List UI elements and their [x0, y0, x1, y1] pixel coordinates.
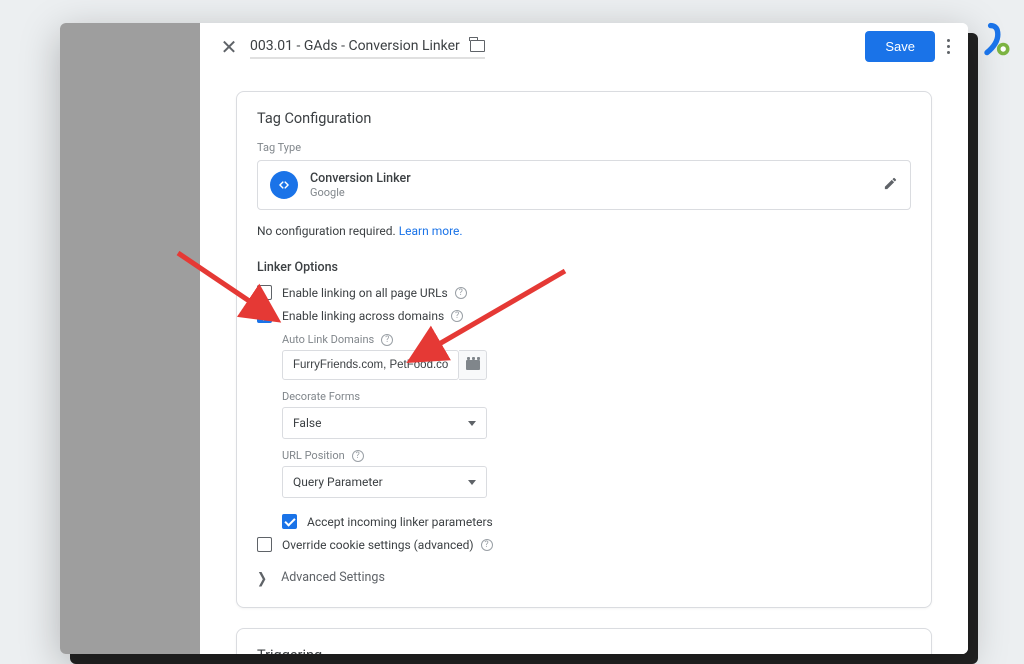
tag-config-title: Tag Configuration [257, 110, 911, 127]
sidebar-placeholder [60, 23, 200, 654]
app-window: ✕ 003.01 - GAds - Conversion Linker Save… [60, 23, 968, 654]
folder-icon[interactable] [470, 40, 485, 52]
enable-all-urls-row: Enable linking on all page URLs ? [257, 285, 911, 300]
override-cookie-checkbox[interactable] [257, 537, 272, 552]
more-menu-icon[interactable] [947, 39, 950, 54]
no-config-text: No configuration required. Learn more. [257, 224, 911, 238]
advanced-settings-expander[interactable]: ❯ Advanced Settings [257, 570, 911, 585]
tag-type-row[interactable]: Conversion Linker Google [257, 160, 911, 210]
accept-incoming-checkbox[interactable] [282, 514, 297, 529]
editor-panel: ✕ 003.01 - GAds - Conversion Linker Save… [200, 23, 968, 654]
accept-incoming-label: Accept incoming linker parameters [307, 515, 493, 529]
tag-title[interactable]: 003.01 - GAds - Conversion Linker [250, 38, 460, 54]
tag-config-card: Tag Configuration Tag Type Conversion Li… [236, 91, 932, 608]
help-icon[interactable]: ? [451, 310, 463, 322]
tag-type-name: Conversion Linker [310, 171, 411, 186]
linker-options-title: Linker Options [257, 260, 911, 275]
override-cookie-label: Override cookie settings (advanced) [282, 538, 474, 552]
tag-type-vendor: Google [310, 186, 411, 199]
editor-body: Tag Configuration Tag Type Conversion Li… [200, 71, 968, 654]
chevron-right-icon: ❯ [257, 569, 267, 586]
enable-all-urls-label: Enable linking on all page URLs [282, 286, 448, 300]
learn-more-link[interactable]: Learn more. [399, 224, 463, 238]
enable-across-domains-label: Enable linking across domains [282, 309, 444, 323]
title-wrap[interactable]: 003.01 - GAds - Conversion Linker [250, 35, 485, 59]
override-cookie-row: Override cookie settings (advanced) ? [257, 537, 911, 552]
enable-all-urls-checkbox[interactable] [257, 285, 272, 300]
tag-type-label: Tag Type [257, 141, 911, 154]
editor-header: ✕ 003.01 - GAds - Conversion Linker Save [200, 23, 968, 71]
help-icon[interactable]: ? [481, 539, 493, 551]
decorate-forms-select[interactable]: False [282, 407, 487, 439]
auto-link-field [282, 350, 487, 380]
enable-across-domains-row: Enable linking across domains ? [257, 308, 911, 323]
tag-type-icon [270, 171, 298, 199]
edit-tag-type-icon[interactable] [883, 176, 898, 195]
chevron-down-icon [468, 480, 476, 485]
help-icon[interactable]: ? [352, 450, 364, 462]
auto-link-label: Auto Link Domains ? [282, 333, 911, 346]
triggering-card: Triggering Firing Triggers [236, 628, 932, 654]
triggering-title: Triggering [257, 647, 911, 654]
url-position-label: URL Position ? [282, 449, 911, 462]
close-icon[interactable]: ✕ [218, 35, 240, 59]
save-button[interactable]: Save [865, 31, 935, 62]
decorate-forms-label: Decorate Forms [282, 390, 911, 403]
url-position-select[interactable]: Query Parameter [282, 466, 487, 498]
variable-picker-icon[interactable] [459, 350, 487, 380]
help-icon[interactable]: ? [455, 287, 467, 299]
chevron-down-icon [468, 421, 476, 426]
external-brand-logo [978, 22, 1014, 58]
accept-incoming-row: Accept incoming linker parameters [282, 514, 911, 529]
enable-across-domains-checkbox[interactable] [257, 308, 272, 323]
auto-link-domains-input[interactable] [282, 350, 459, 380]
help-icon[interactable]: ? [381, 334, 393, 346]
